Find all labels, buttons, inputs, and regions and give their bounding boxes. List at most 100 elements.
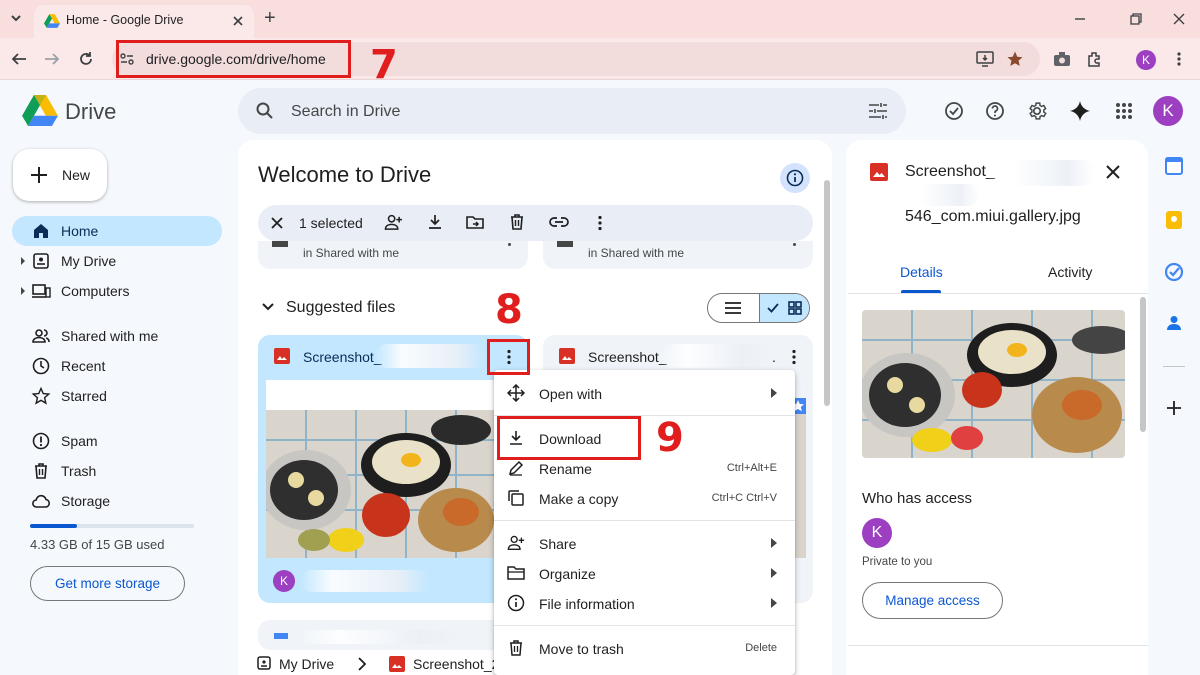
clear-selection-icon[interactable] (271, 217, 283, 229)
food-photo-preview (862, 310, 1125, 458)
submenu-arrow-icon (771, 538, 777, 548)
nav-computers[interactable]: Computers (12, 276, 222, 306)
account-avatar[interactable]: K (1153, 96, 1183, 126)
nav-shared-with-me[interactable]: Shared with me (12, 321, 222, 351)
breadcrumb-chevron-icon (358, 657, 367, 671)
my-drive-icon (257, 656, 271, 670)
main-scrollbar[interactable] (824, 180, 830, 406)
nav-starred[interactable]: Starred (12, 381, 222, 411)
menu-item-move-to-trash[interactable]: Move to trash Delete (494, 633, 795, 663)
tasks-app-icon[interactable] (1165, 263, 1183, 281)
close-details-icon[interactable] (1106, 165, 1120, 179)
apps-grid-icon[interactable] (1115, 102, 1133, 120)
tab-search-button[interactable] (8, 10, 24, 26)
food-photo-thumbnail (266, 410, 494, 558)
menu-label: Move to trash (539, 641, 624, 657)
gemini-sparkle-icon[interactable] (1069, 100, 1091, 122)
list-view-button[interactable] (708, 294, 759, 322)
bookmark-star-icon[interactable] (1006, 50, 1024, 68)
get-more-storage-label: Get more storage (54, 576, 161, 591)
nav-storage[interactable]: Storage (12, 486, 222, 516)
delete-trash-icon[interactable] (509, 213, 525, 231)
download-icon[interactable] (427, 214, 443, 230)
new-button[interactable]: New (13, 149, 107, 201)
close-window-icon[interactable] (1172, 12, 1186, 26)
nav-trash[interactable]: Trash (12, 456, 222, 486)
step-number-7: 7 (370, 42, 398, 88)
help-icon[interactable] (985, 101, 1005, 121)
nav-label: Starred (61, 388, 107, 404)
tabs-divider (848, 293, 1148, 294)
forward-arrow-icon[interactable] (43, 51, 61, 67)
search-options-icon[interactable] (868, 102, 888, 120)
selection-count: 1 selected (299, 215, 363, 231)
menu-item-file-information[interactable]: File information (494, 588, 795, 618)
close-tab-icon[interactable] (232, 15, 244, 27)
edit-pencil-icon (508, 460, 524, 476)
browser-menu-icon[interactable] (1176, 51, 1182, 67)
breadcrumb-root[interactable]: My Drive (279, 656, 334, 672)
home-icon (34, 224, 48, 238)
get-more-storage-button[interactable]: Get more storage (30, 566, 185, 601)
extensions-icon[interactable] (1086, 50, 1104, 68)
nav-label: Shared with me (61, 328, 159, 344)
reload-icon[interactable] (77, 50, 95, 68)
drive-logo-icon[interactable] (22, 95, 58, 126)
copy-link-icon[interactable] (549, 216, 569, 228)
more-actions-icon[interactable] (597, 215, 603, 231)
suggested-files-heading: Suggested files (286, 299, 396, 316)
collapse-chevron-icon[interactable] (262, 303, 274, 311)
image-file-icon (559, 348, 575, 364)
camera-icon[interactable] (1053, 51, 1071, 67)
install-app-icon[interactable] (976, 50, 994, 68)
grid-view-button[interactable] (759, 294, 809, 322)
add-addon-icon[interactable] (1167, 401, 1181, 415)
nav-label: My Drive (61, 253, 117, 269)
star-icon (31, 386, 51, 405)
download-highlight (497, 416, 641, 460)
new-tab-button[interactable]: + (264, 8, 276, 28)
move-to-folder-icon[interactable] (466, 214, 484, 230)
search-icon[interactable] (256, 102, 274, 120)
list-view-icon (725, 302, 741, 314)
ready-for-offline-icon[interactable] (944, 101, 964, 121)
file-thumbnail (266, 380, 494, 558)
settings-gear-icon[interactable] (1026, 100, 1048, 122)
keep-app-icon[interactable] (1166, 211, 1182, 229)
copy-icon (508, 490, 524, 506)
nav-label: Storage (61, 493, 111, 509)
nav-spam[interactable]: Spam (12, 426, 222, 456)
tab-activity[interactable]: Activity (1048, 264, 1092, 280)
blurred-text (985, 160, 1095, 186)
nav-label: Recent (61, 358, 106, 374)
open-with-icon (507, 384, 525, 402)
nav-recent[interactable]: Recent (12, 351, 222, 381)
card-location: in Shared with me (588, 246, 685, 260)
file-more-actions-icon[interactable] (791, 349, 797, 365)
search-input[interactable]: Search in Drive (291, 103, 400, 121)
minimize-icon[interactable] (1073, 12, 1087, 26)
manage-access-button[interactable]: Manage access (862, 582, 1003, 619)
profile-initial: K (1141, 53, 1150, 67)
access-avatar: K (862, 518, 892, 548)
more-dot-icon[interactable] (793, 243, 796, 246)
contacts-app-icon[interactable] (1166, 315, 1182, 331)
tab-details[interactable]: Details (900, 264, 943, 280)
share-person-add-icon[interactable] (384, 214, 403, 231)
more-dot-icon[interactable] (508, 243, 511, 246)
details-scrollbar[interactable] (1140, 297, 1146, 432)
active-tab[interactable]: Home - Google Drive (34, 5, 254, 38)
info-button[interactable] (780, 163, 810, 193)
calendar-app-icon[interactable] (1165, 157, 1183, 175)
menu-item-organize[interactable]: Organize (494, 558, 795, 588)
back-arrow-icon[interactable] (10, 51, 28, 67)
menu-item-open-with[interactable]: Open with (494, 378, 795, 408)
restore-icon[interactable] (1129, 12, 1143, 26)
menu-item-make-a-copy[interactable]: Make a copy Ctrl+C Ctrl+V (494, 483, 795, 513)
nav-my-drive[interactable]: My Drive (12, 246, 222, 276)
blurred-text (660, 344, 770, 368)
nav-home[interactable]: Home (12, 216, 222, 246)
profile-avatar[interactable]: K (1136, 50, 1156, 70)
breadcrumb-file[interactable]: Screenshot_2 (413, 656, 499, 672)
menu-item-share[interactable]: Share (494, 528, 795, 558)
